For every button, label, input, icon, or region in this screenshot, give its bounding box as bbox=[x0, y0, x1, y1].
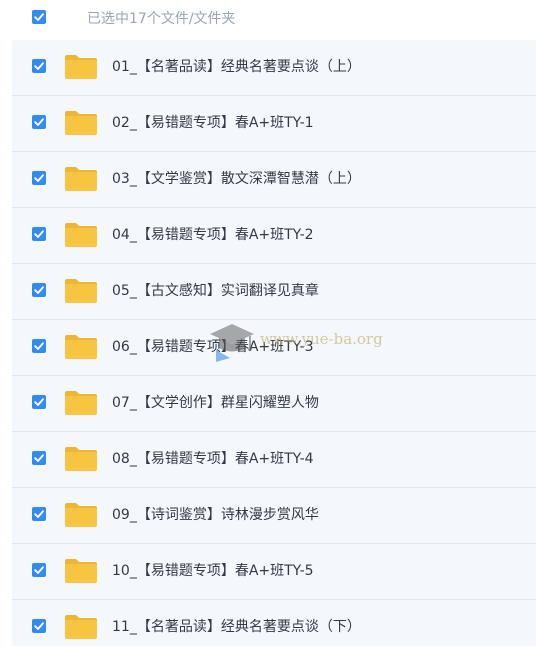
row-checkbox[interactable] bbox=[32, 395, 46, 409]
file-name[interactable]: 04_【易错题专项】春A+班TY-2 bbox=[112, 225, 314, 245]
file-name[interactable]: 10_【易错题专项】春A+班TY-5 bbox=[112, 561, 314, 581]
file-name[interactable]: 08_【易错题专项】春A+班TY-4 bbox=[112, 449, 314, 469]
checkmark-icon bbox=[34, 174, 44, 182]
row-checkbox[interactable] bbox=[32, 507, 46, 521]
file-name[interactable]: 02_【易错题专项】春A+班TY-1 bbox=[112, 113, 314, 133]
file-row[interactable]: 10_【易错题专项】春A+班TY-5 bbox=[12, 544, 536, 600]
watermark-text: www.yue-ba.org bbox=[260, 330, 383, 348]
checkmark-icon bbox=[34, 230, 44, 238]
checkmark-icon bbox=[34, 622, 44, 630]
file-name[interactable]: 09_【诗词鉴赏】诗林漫步赏风华 bbox=[112, 505, 319, 525]
checkmark-icon bbox=[34, 342, 44, 350]
checkmark-icon bbox=[34, 13, 44, 21]
folder-icon bbox=[64, 278, 98, 304]
row-checkbox[interactable] bbox=[32, 451, 46, 465]
checkmark-icon bbox=[34, 398, 44, 406]
folder-icon bbox=[64, 110, 98, 136]
row-checkbox[interactable] bbox=[32, 619, 46, 633]
row-checkbox[interactable] bbox=[32, 283, 46, 297]
row-checkbox[interactable] bbox=[32, 339, 46, 353]
file-name[interactable]: 11_【名著品读】经典名著要点谈（下） bbox=[112, 617, 361, 637]
row-checkbox[interactable] bbox=[32, 171, 46, 185]
watermark: www.yue-ba.org bbox=[206, 320, 386, 364]
folder-icon bbox=[64, 334, 98, 360]
file-name[interactable]: 07_【文学创作】群星闪耀塑人物 bbox=[112, 393, 319, 413]
checkmark-icon bbox=[34, 454, 44, 462]
file-row[interactable]: 03_【文学鉴赏】散文深潭智慧潜（上） bbox=[12, 152, 536, 208]
folder-icon bbox=[64, 614, 98, 640]
folder-icon bbox=[64, 558, 98, 584]
file-row[interactable]: 07_【文学创作】群星闪耀塑人物 bbox=[12, 376, 536, 432]
file-selection-page: 已选中17个文件/文件夹 01_【名著品读】经典名著要点谈（上） 02_【易错题专… bbox=[0, 0, 536, 646]
file-row[interactable]: 01_【名著品读】经典名著要点谈（上） bbox=[12, 40, 536, 96]
folder-icon bbox=[64, 502, 98, 528]
row-checkbox[interactable] bbox=[32, 563, 46, 577]
file-name[interactable]: 01_【名著品读】经典名著要点谈（上） bbox=[112, 57, 361, 77]
folder-icon bbox=[64, 446, 98, 472]
folder-icon bbox=[64, 54, 98, 80]
file-row[interactable]: 04_【易错题专项】春A+班TY-2 bbox=[12, 208, 536, 264]
file-row[interactable]: 09_【诗词鉴赏】诗林漫步赏风华 bbox=[12, 488, 536, 544]
selection-header: 已选中17个文件/文件夹 bbox=[0, 0, 536, 40]
file-row[interactable]: 08_【易错题专项】春A+班TY-4 bbox=[12, 432, 536, 488]
checkmark-icon bbox=[34, 286, 44, 294]
checkmark-icon bbox=[34, 510, 44, 518]
folder-icon bbox=[64, 390, 98, 416]
row-checkbox[interactable] bbox=[32, 115, 46, 129]
folder-icon bbox=[64, 222, 98, 248]
file-name[interactable]: 05_【古文感知】实词翻译见真章 bbox=[112, 281, 319, 301]
row-checkbox[interactable] bbox=[32, 59, 46, 73]
file-row[interactable]: 11_【名著品读】经典名著要点谈（下） bbox=[12, 600, 536, 646]
graduation-cap-icon bbox=[210, 324, 254, 362]
file-name[interactable]: 03_【文学鉴赏】散文深潭智慧潜（上） bbox=[112, 169, 361, 189]
selection-count-label: 已选中17个文件/文件夹 bbox=[87, 11, 236, 27]
select-all-checkbox[interactable] bbox=[32, 10, 46, 24]
file-row[interactable]: 05_【古文感知】实词翻译见真章 bbox=[12, 264, 536, 320]
checkmark-icon bbox=[34, 566, 44, 574]
file-row[interactable]: 02_【易错题专项】春A+班TY-1 bbox=[12, 96, 536, 152]
checkmark-icon bbox=[34, 118, 44, 126]
checkmark-icon bbox=[34, 62, 44, 70]
folder-icon bbox=[64, 166, 98, 192]
row-checkbox[interactable] bbox=[32, 227, 46, 241]
